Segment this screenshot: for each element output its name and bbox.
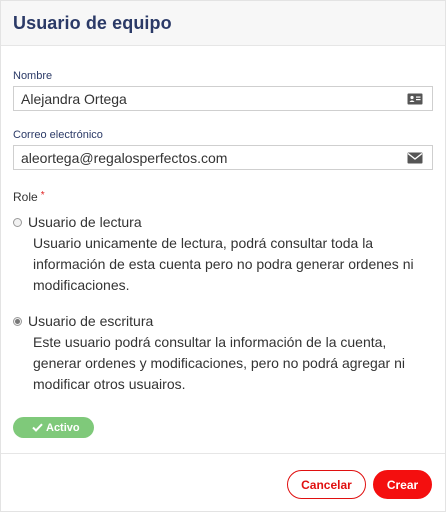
modal-body: Nombre Correo electrónico Role* Us bbox=[1, 70, 445, 438]
modal-header: Usuario de equipo bbox=[1, 1, 445, 46]
name-input[interactable] bbox=[14, 87, 432, 110]
radio-write[interactable] bbox=[13, 316, 22, 326]
name-label: Nombre bbox=[13, 70, 53, 82]
check-icon bbox=[32, 423, 43, 432]
radio-read[interactable] bbox=[13, 217, 22, 227]
modal-title: Usuario de equipo bbox=[13, 13, 172, 33]
required-mark: * bbox=[40, 190, 45, 201]
email-input[interactable] bbox=[14, 146, 432, 169]
email-label: Correo electrónico bbox=[13, 129, 103, 141]
team-user-modal: Usuario de equipo Nombre Correo electrón… bbox=[0, 0, 446, 512]
role-option-write-description: Este usuario podrá consultar la informac… bbox=[33, 334, 406, 392]
role-option-read-description: Usuario unicamente de lectura, podrá con… bbox=[33, 235, 414, 293]
role-label: Role * bbox=[13, 190, 433, 204]
status-toggle[interactable]: Activo bbox=[13, 417, 94, 438]
cancel-button[interactable]: Cancelar bbox=[287, 470, 366, 499]
role-option-write[interactable]: Usuario de escritura bbox=[13, 313, 433, 329]
email-field-wrapper bbox=[13, 145, 433, 170]
status-label: Activo bbox=[46, 421, 80, 434]
id-card-icon bbox=[407, 93, 423, 105]
modal-footer: Cancelar Crear bbox=[1, 453, 445, 511]
envelope-icon bbox=[407, 152, 423, 164]
role-label-text: Role bbox=[13, 190, 38, 204]
role-option-write-label: Usuario de escritura bbox=[28, 313, 154, 329]
role-option-read[interactable]: Usuario de lectura bbox=[13, 214, 433, 230]
name-field-wrapper bbox=[13, 86, 433, 111]
create-button[interactable]: Crear bbox=[373, 470, 432, 499]
role-option-read-label: Usuario de lectura bbox=[28, 214, 142, 230]
